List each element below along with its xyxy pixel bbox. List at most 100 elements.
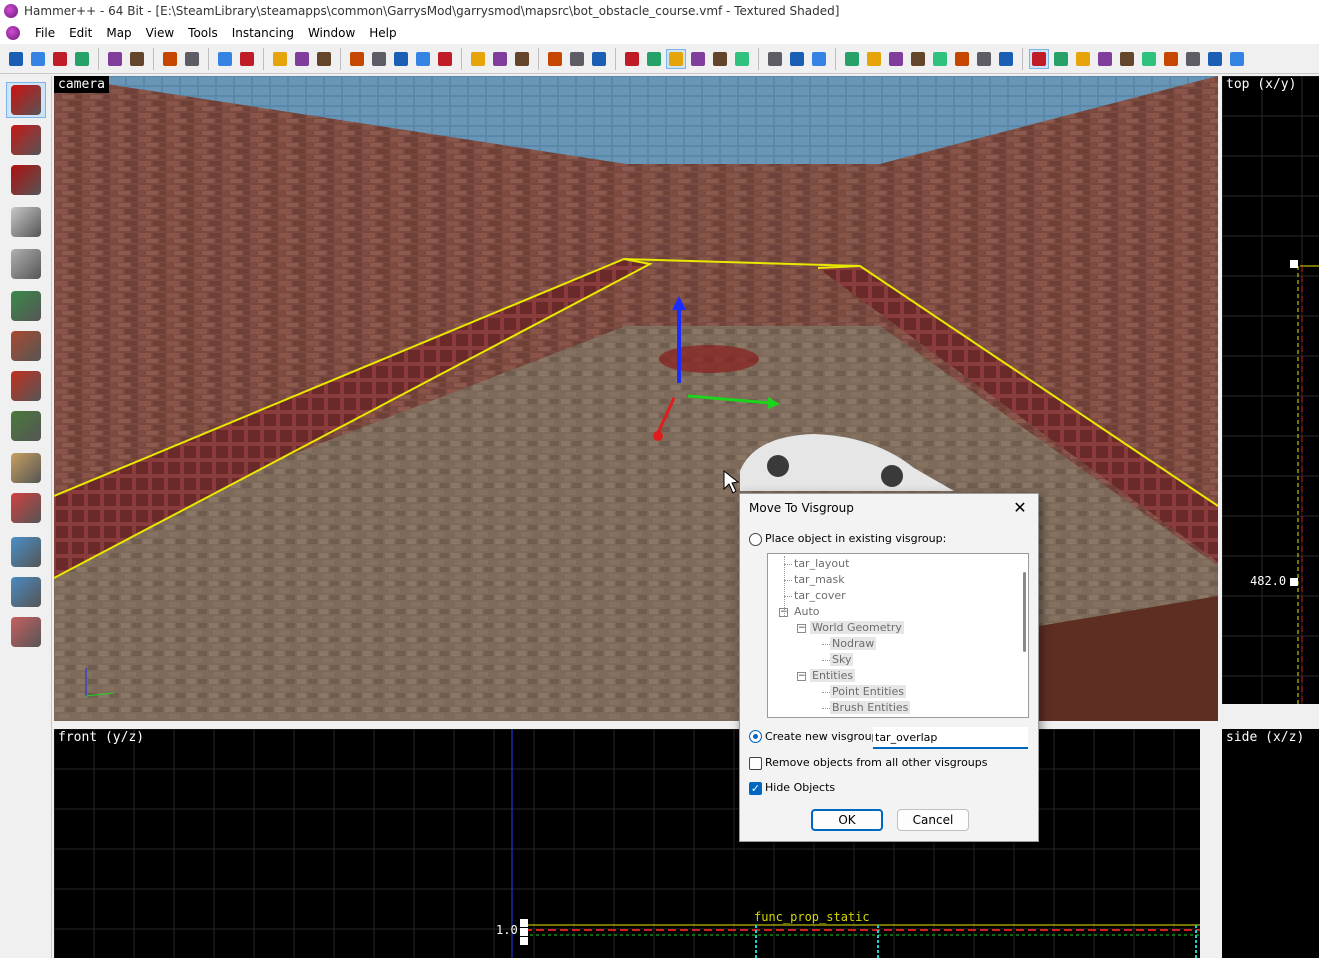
menu-view[interactable]: View (139, 22, 181, 44)
toggle-decals-button[interactable] (996, 49, 1016, 69)
texture-replace-button[interactable] (413, 49, 433, 69)
rotate-button[interactable] (732, 49, 752, 69)
collision-button[interactable] (1227, 49, 1247, 69)
texture-scale-lock-button[interactable] (369, 49, 389, 69)
texture-browser-button[interactable] (391, 49, 411, 69)
ok-button[interactable]: OK (811, 809, 883, 831)
hide-objects-label[interactable]: Hide Objects (765, 781, 835, 794)
run-map-button[interactable] (809, 49, 829, 69)
ignore-groups-button[interactable] (314, 49, 334, 69)
visgroup-tree[interactable]: tar_layout tar_mask tar_cover − Auto − World G… (767, 553, 1029, 718)
carve-button[interactable] (215, 49, 235, 69)
vertex-button[interactable] (1117, 49, 1137, 69)
menu-edit[interactable]: Edit (62, 22, 99, 44)
top-viewport-label[interactable]: top (x/y) (1222, 76, 1300, 93)
front-viewport-label[interactable]: front (y/z) (54, 729, 148, 746)
toggle-wireframe-button[interactable] (886, 49, 906, 69)
tree-item[interactable]: Entities (810, 668, 856, 684)
clipping-tool-button[interactable] (6, 450, 46, 486)
undo-button[interactable] (160, 49, 180, 69)
cancel-button[interactable]: Cancel (897, 809, 969, 831)
grid-toggle-button[interactable] (6, 49, 26, 69)
tree-item[interactable]: tar_layout (792, 556, 851, 572)
camera-viewport[interactable]: camera (54, 76, 1218, 721)
texture-lock-button[interactable] (347, 49, 367, 69)
decal-tool-button[interactable] (6, 368, 46, 404)
viewport-splitter-horizontal[interactable] (54, 721, 1319, 729)
path-tool-button[interactable] (6, 534, 46, 570)
flip-button[interactable] (710, 49, 730, 69)
camera-viewport-label[interactable]: camera (54, 76, 109, 93)
tree-item[interactable]: tar_cover (792, 588, 848, 604)
tree-scrollbar-thumb[interactable] (1023, 572, 1026, 652)
brush-button[interactable] (1183, 49, 1203, 69)
side-viewport-label[interactable]: side (x/z) (1222, 729, 1308, 746)
ungroup-button[interactable] (127, 49, 147, 69)
select-none-button[interactable] (292, 49, 312, 69)
tree-item[interactable]: Sky (830, 652, 854, 668)
redo-button[interactable] (182, 49, 202, 69)
hide-objects-checkbox[interactable]: ✓ (749, 782, 762, 795)
check-problems-button[interactable] (787, 49, 807, 69)
tree-item[interactable]: tar_mask (792, 572, 847, 588)
snap-button[interactable] (1029, 48, 1049, 69)
existing-visgroup-label[interactable]: Place object in existing visgroup: (765, 532, 946, 545)
menu-window[interactable]: Window (301, 22, 362, 44)
cordon-tool-button[interactable] (6, 574, 46, 610)
existing-visgroup-radio[interactable] (749, 533, 762, 546)
tree-item[interactable]: Point Entities (830, 684, 906, 700)
tree-item[interactable]: Nodraw (830, 636, 877, 652)
tree-expander-icon[interactable]: − (797, 624, 806, 633)
magnify-tool-button[interactable] (6, 122, 46, 158)
new-visgroup-radio[interactable] (749, 730, 762, 743)
displacement-tool-button[interactable] (6, 614, 46, 650)
nodraw-button[interactable] (974, 49, 994, 69)
menu-map[interactable]: Map (99, 22, 138, 44)
toggle-cubemaps-button[interactable] (908, 49, 928, 69)
close-icon[interactable]: ✕ (1010, 498, 1030, 518)
menu-file[interactable]: File (28, 22, 62, 44)
copy-button[interactable] (490, 49, 510, 69)
toggle-cm-button[interactable] (930, 49, 950, 69)
tree-expander-icon[interactable]: − (797, 672, 806, 681)
camera-tool-button[interactable] (6, 162, 46, 198)
overlay-tool-button[interactable] (6, 408, 46, 444)
bounding-box-button[interactable] (1051, 49, 1071, 69)
helpers-button[interactable] (622, 49, 642, 69)
menu-tools[interactable]: Tools (181, 22, 225, 44)
hide-button[interactable] (545, 49, 565, 69)
document-icon[interactable] (6, 26, 20, 40)
apply-texture-button[interactable] (6, 328, 46, 364)
grid-larger-button[interactable] (50, 49, 70, 69)
entity-report-button[interactable] (765, 49, 785, 69)
remove-others-checkbox[interactable] (749, 757, 762, 770)
tie-to-entity-button[interactable] (666, 48, 686, 69)
tree-item[interactable]: World Geometry (810, 620, 904, 636)
light-preview-button[interactable] (1161, 49, 1181, 69)
top-viewport[interactable]: top (x/y) 482.0 (1222, 76, 1319, 704)
texture-application-button[interactable] (6, 288, 46, 324)
instance-button[interactable] (1139, 49, 1159, 69)
selection-tool-button[interactable] (6, 82, 46, 118)
center-button[interactable] (1205, 49, 1225, 69)
side-viewport[interactable]: side (x/z) (1222, 729, 1319, 958)
menu-help[interactable]: Help (362, 22, 403, 44)
tree-scrollbar[interactable] (1019, 556, 1027, 716)
toggle-sprites-button[interactable] (864, 49, 884, 69)
entity-tool-button[interactable] (6, 204, 46, 240)
hollow-button[interactable] (237, 49, 257, 69)
new-visgroup-label[interactable]: Create new visgroup: (765, 730, 882, 743)
new-visgroup-input[interactable] (873, 727, 1028, 749)
select-all-button[interactable] (270, 49, 290, 69)
group-button[interactable] (105, 49, 125, 69)
vertex-tool-button[interactable] (6, 490, 46, 526)
tree-item[interactable]: Brush Entities (830, 700, 911, 716)
lighting-button[interactable] (1095, 49, 1115, 69)
select-box-button[interactable] (644, 49, 664, 69)
fx-button[interactable] (1073, 49, 1093, 69)
remove-others-label[interactable]: Remove objects from all other visgroups (765, 756, 987, 769)
toggle-models-button[interactable] (842, 49, 862, 69)
quick-hide-button[interactable] (589, 49, 609, 69)
grid-3d-button[interactable] (72, 49, 92, 69)
tree-item[interactable]: Auto (792, 604, 822, 620)
